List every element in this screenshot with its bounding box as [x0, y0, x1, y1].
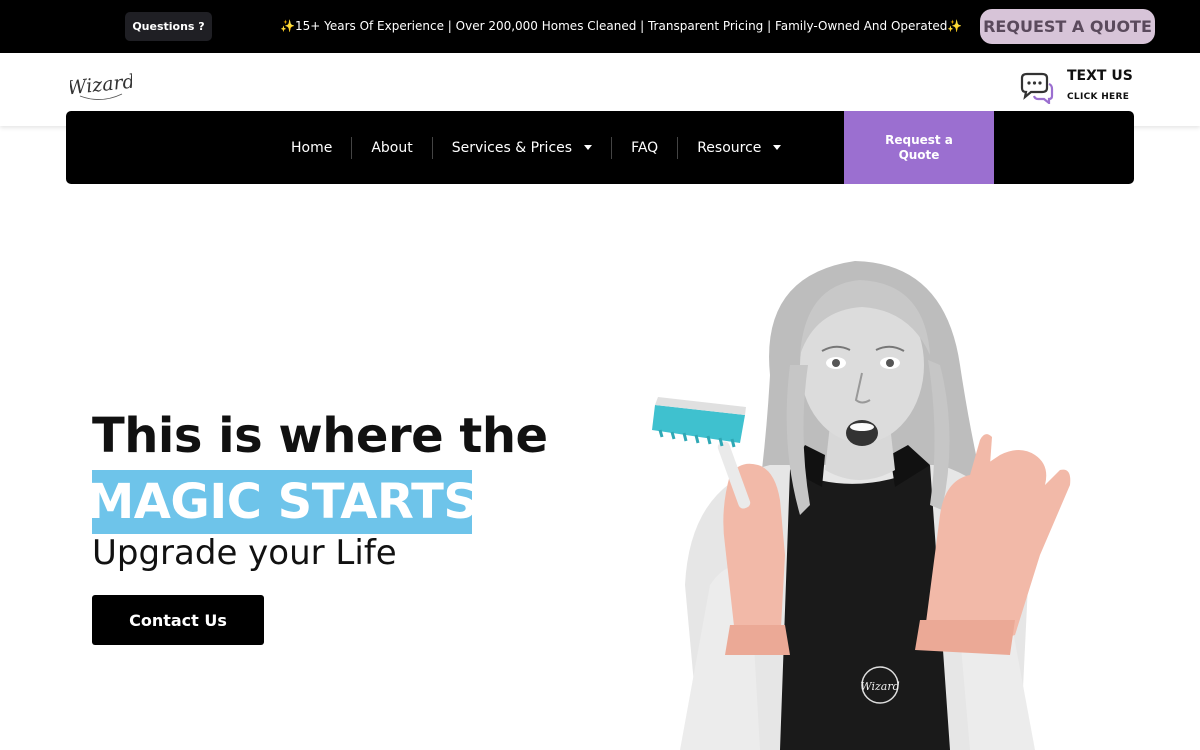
- caret-down-icon: [773, 145, 782, 150]
- main-navigation: Home About Services & Prices FAQ Resourc…: [66, 111, 1134, 184]
- sparkle-icon: ✨: [280, 19, 295, 33]
- nav-quote-line2: Quote: [898, 147, 940, 162]
- apron-logo-text: Wizard: [860, 680, 899, 693]
- nav-menu: Home About Services & Prices FAQ Resourc…: [272, 111, 800, 184]
- announcement-bar: Questions ? ✨15+ Years Of Experience | O…: [0, 0, 1200, 53]
- announcement-text: ✨15+ Years Of Experience | Over 200,000 …: [280, 17, 962, 35]
- text-us-link[interactable]: TEXT US CLICK HERE: [1018, 68, 1148, 108]
- nav-item-label: Home: [291, 139, 333, 156]
- nav-item-about[interactable]: About: [352, 137, 431, 159]
- hero-subheadline: Upgrade your Life: [92, 533, 397, 573]
- wizard-logo[interactable]: Wizard: [66, 64, 136, 108]
- nav-request-quote-button[interactable]: Request a Quote: [844, 111, 994, 184]
- nav-item-services-prices[interactable]: Services & Prices: [433, 137, 611, 159]
- nav-quote-line1: Request a: [885, 132, 953, 147]
- text-us-title: TEXT US: [1067, 68, 1133, 84]
- nav-item-faq[interactable]: FAQ: [612, 137, 677, 159]
- request-quote-top-button[interactable]: REQUEST A QUOTE: [980, 9, 1155, 44]
- svg-text:Wizard: Wizard: [70, 71, 132, 100]
- announcement-content: 15+ Years Of Experience | Over 200,000 H…: [294, 19, 948, 33]
- nav-item-resource[interactable]: Resource: [678, 137, 800, 159]
- hero-image: Wizard: [640, 255, 1080, 750]
- nav-item-home[interactable]: Home: [272, 137, 351, 159]
- nav-item-label: Services & Prices: [451, 139, 573, 156]
- contact-us-button[interactable]: Contact Us: [92, 595, 264, 645]
- nav-item-label: Resource: [697, 139, 762, 156]
- hero-highlight: MAGIC STARTS: [87, 470, 478, 534]
- nav-item-label: About: [371, 139, 413, 156]
- nav-item-label: FAQ: [631, 139, 659, 156]
- sparkle-icon: ✨: [947, 19, 963, 33]
- questions-button[interactable]: Questions ?: [125, 12, 212, 41]
- hero-headline: This is where the: [92, 408, 548, 464]
- chat-bubbles-icon: [1018, 72, 1054, 106]
- caret-down-icon: [584, 145, 593, 150]
- text-us-subtitle: CLICK HERE: [1067, 92, 1130, 102]
